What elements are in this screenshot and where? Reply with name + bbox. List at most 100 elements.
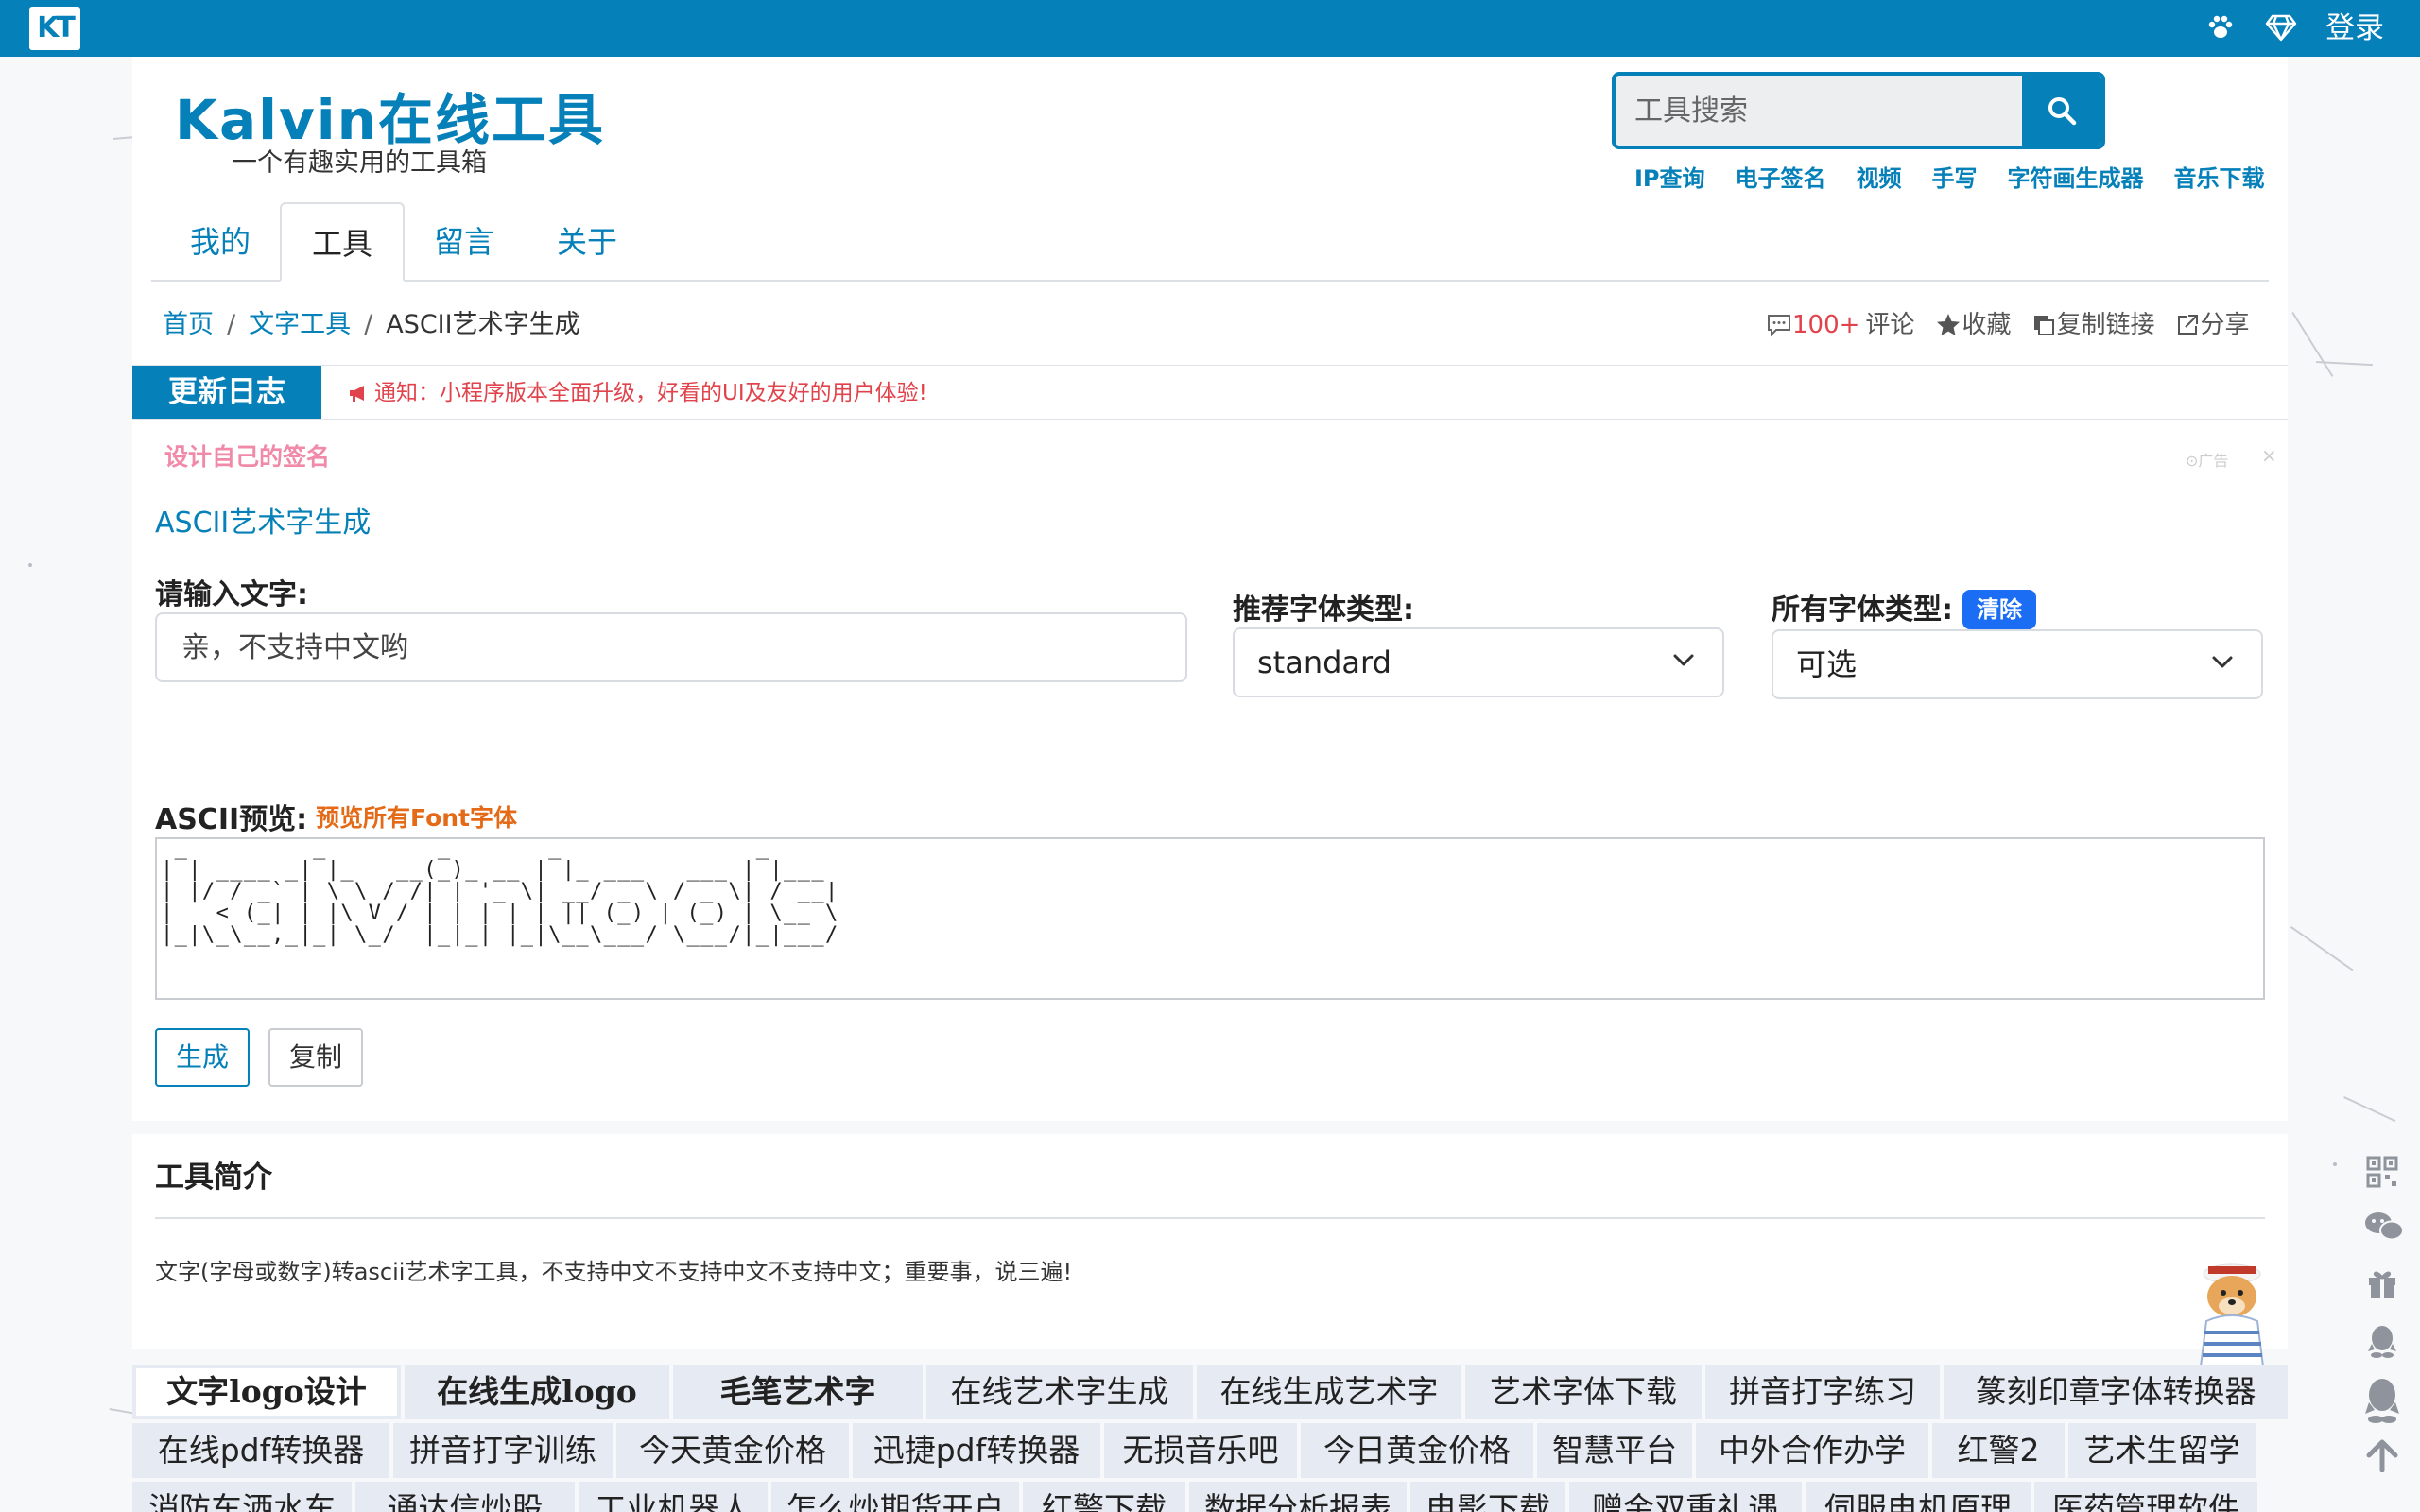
ad-close-button[interactable]: × xyxy=(2261,444,2277,467)
related-link[interactable]: 怎么炒期货开户 xyxy=(771,1482,1019,1512)
related-link[interactable]: 在线生成logo xyxy=(405,1365,669,1419)
diamond-icon[interactable] xyxy=(2265,13,2297,45)
ad-icon: ⊙ xyxy=(2186,452,2199,470)
tool-intro-card: 工具简介 文字(字母或数字)转ascii艺术字工具，不支持中文不支持中文不支持中… xyxy=(132,1134,2288,1349)
ad-mark-text: 广告 xyxy=(2198,452,2229,470)
related-link[interactable]: 医药管理软件 xyxy=(2034,1482,2257,1512)
all-fonts-select[interactable]: 可选 xyxy=(1772,629,2263,699)
comments-button[interactable]: 100+ 评论 xyxy=(1766,306,1914,344)
breadcrumb-category[interactable]: 文字工具 xyxy=(249,306,351,344)
site-header: Kalvin在线工具 一个有趣实用的工具箱 IP查询 电子签名 视频 手写 字符… xyxy=(132,57,2288,200)
related-link[interactable]: 红警2 xyxy=(1932,1423,2065,1478)
comment-icon xyxy=(1768,315,1790,337)
arrow-up-icon[interactable] xyxy=(2363,1438,2401,1476)
quick-link[interactable]: IP查询 xyxy=(1634,163,1705,195)
qq-icon[interactable] xyxy=(2363,1323,2401,1361)
comments-label: 评论 xyxy=(1865,311,1915,339)
mascot-dog-image[interactable] xyxy=(2180,1255,2284,1378)
related-link[interactable]: 拼音打字练习 xyxy=(1705,1365,1940,1419)
related-link[interactable]: 拼音打字训练 xyxy=(393,1423,613,1478)
tab-tools[interactable]: 工具 xyxy=(280,202,405,282)
related-link[interactable]: 中外合作办学 xyxy=(1696,1423,1928,1478)
related-link[interactable]: 在线艺术字生成 xyxy=(926,1365,1193,1419)
generate-button[interactable]: 生成 xyxy=(155,1028,250,1087)
share-label: 分享 xyxy=(2200,311,2250,339)
comments-count: 100+ xyxy=(1792,311,1860,339)
paw-icon[interactable] xyxy=(2204,13,2237,45)
search-icon xyxy=(2048,97,2077,126)
related-link[interactable]: 电影下载 xyxy=(1410,1482,1565,1512)
related-link[interactable]: 在线生成艺术字 xyxy=(1197,1365,1461,1419)
update-log-button[interactable]: 更新日志 xyxy=(132,366,321,419)
copy-icon xyxy=(2034,316,2055,335)
favorite-button[interactable]: 收藏 xyxy=(1935,306,2011,344)
search-input[interactable] xyxy=(1616,76,2022,146)
related-link[interactable]: 工业机器人 xyxy=(579,1482,768,1512)
recommended-font-select[interactable]: standard xyxy=(1233,627,1724,697)
share-button[interactable]: 分享 xyxy=(2175,306,2249,344)
preview-all-fonts-link[interactable]: 预览所有Font字体 xyxy=(316,803,517,833)
ascii-text-input[interactable] xyxy=(155,612,1187,682)
qrcode-icon[interactable] xyxy=(2363,1155,2401,1193)
login-link[interactable]: 登录 xyxy=(2325,11,2384,45)
related-link[interactable]: 今天黄金价格 xyxy=(616,1423,849,1478)
related-link[interactable]: 篆刻印章字体转换器 xyxy=(1944,1365,2288,1419)
ascii-preview-text: _ _ _ _ _ | | ____ _| |_ __(_)_ __ | |_ … xyxy=(161,837,839,947)
tab-messages[interactable]: 留言 xyxy=(412,202,516,282)
quick-links: IP查询 电子签名 视频 手写 字符画生成器 音乐下载 xyxy=(1619,163,2280,195)
favorite-label: 收藏 xyxy=(1962,311,2012,339)
copy-button[interactable]: 复制 xyxy=(268,1028,363,1087)
breadcrumb-separator: / xyxy=(227,310,236,339)
wechat-icon[interactable] xyxy=(2363,1210,2404,1247)
related-link[interactable]: 赠金双重礼遇 xyxy=(1569,1482,1802,1512)
background-line xyxy=(113,136,133,140)
related-link[interactable]: 通达信炒股 xyxy=(355,1482,575,1512)
tab-about[interactable]: 关于 xyxy=(535,202,639,282)
related-links-grid: 文字logo设计 在线生成logo 毛笔艺术字 在线艺术字生成 在线生成艺术字 … xyxy=(132,1365,2288,1512)
gift-icon[interactable] xyxy=(2363,1266,2401,1304)
tab-mine[interactable]: 我的 xyxy=(168,202,272,282)
intro-divider xyxy=(155,1217,2265,1219)
related-link[interactable]: 数据分析报表 xyxy=(1189,1482,1407,1512)
related-link[interactable]: 在线pdf转换器 xyxy=(132,1423,389,1478)
page-actions: 100+ 评论 收藏 复制链接 分享 xyxy=(1766,306,2270,344)
quick-link[interactable]: 视频 xyxy=(1857,163,1902,195)
copy-link-button[interactable]: 复制链接 xyxy=(2031,306,2154,344)
breadcrumb: 首页 / 文字工具 / ASCII艺术字生成 xyxy=(163,306,580,344)
intro-text: 文字(字母或数字)转ascii艺术字工具，不支持中文不支持中文不支持中文；重要事… xyxy=(155,1259,1073,1285)
background-line xyxy=(2343,1096,2396,1123)
site-logo[interactable]: KT xyxy=(29,7,80,50)
notice-text[interactable]: 通知：小程序版本全面升级，好看的UI及友好的用户体验! xyxy=(348,379,927,407)
quick-link[interactable]: 字符画生成器 xyxy=(2008,163,2144,195)
related-link[interactable]: 迅捷pdf转换器 xyxy=(853,1423,1100,1478)
clear-button[interactable]: 清除 xyxy=(1962,590,2036,629)
related-link[interactable]: 今日黄金价格 xyxy=(1301,1423,1533,1478)
ascii-preview-box[interactable]: _ _ _ _ _ | | ____ _| |_ __(_)_ __ | |_ … xyxy=(155,837,2265,1000)
related-link[interactable]: 艺术字体下载 xyxy=(1465,1365,1702,1419)
related-link[interactable]: 艺术生留学 xyxy=(2068,1423,2256,1478)
ad-banner-title[interactable]: 设计自己的签名 xyxy=(164,438,330,472)
related-link[interactable]: 消防车洒水车 xyxy=(132,1482,352,1512)
chevron-down-icon xyxy=(1673,654,1694,666)
search-box xyxy=(1612,72,2105,149)
quick-link[interactable]: 电子签名 xyxy=(1736,163,1826,195)
share-icon xyxy=(2178,315,2199,335)
quick-link[interactable]: 手写 xyxy=(1932,163,1978,195)
related-link[interactable]: 伺服电机原理 xyxy=(1806,1482,2031,1512)
search-button[interactable] xyxy=(2022,76,2101,146)
qq-group-icon[interactable] xyxy=(2363,1376,2401,1429)
related-link[interactable]: 毛笔艺术字 xyxy=(673,1365,923,1419)
recommended-font-value: standard xyxy=(1257,644,1392,680)
quick-link[interactable]: 音乐下载 xyxy=(2174,163,2265,195)
related-link[interactable]: 文字logo设计 xyxy=(132,1365,401,1419)
breadcrumb-home[interactable]: 首页 xyxy=(163,306,214,344)
breadcrumb-current: ASCII艺术字生成 xyxy=(386,310,580,339)
breadcrumb-row: 首页 / 文字工具 / ASCII艺术字生成 100+ 评论 收藏 复制链接 分… xyxy=(132,284,2288,365)
related-link[interactable]: 红警下载 xyxy=(1023,1482,1185,1512)
background-line xyxy=(2291,312,2334,377)
ad-label: ⊙广告 xyxy=(2186,448,2228,471)
related-link[interactable]: 智慧平台 xyxy=(1537,1423,1692,1478)
related-link[interactable]: 无损音乐吧 xyxy=(1104,1423,1297,1478)
background-line xyxy=(2290,926,2354,971)
star-icon xyxy=(1937,314,1961,335)
